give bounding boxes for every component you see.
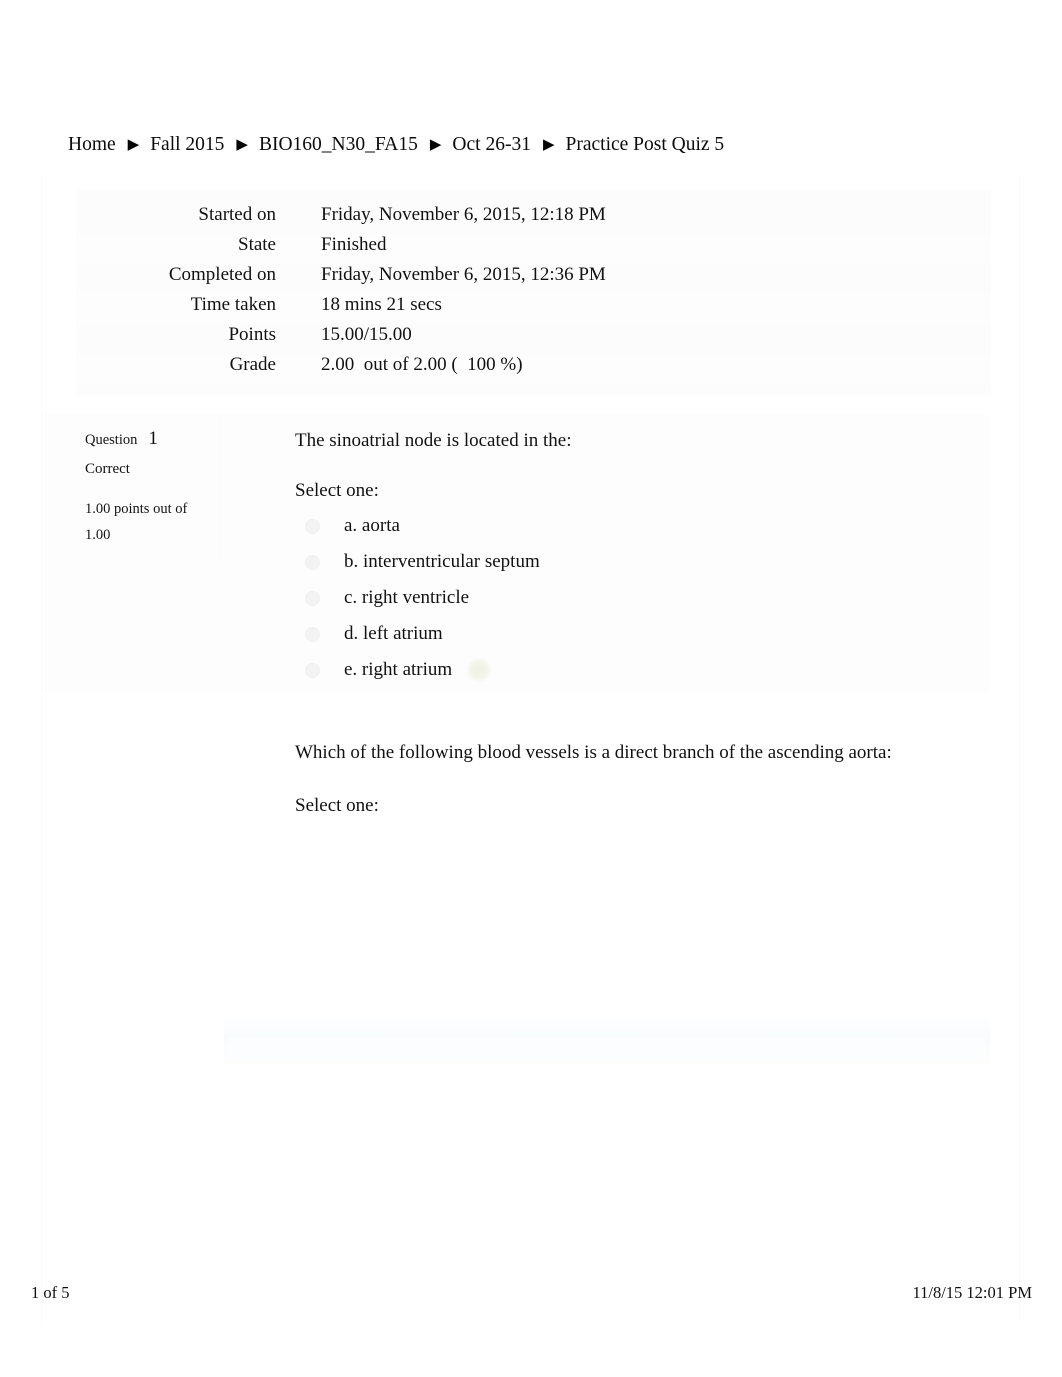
question-points: 1.00 points out of 1.00 [85,501,188,543]
answer-option-c[interactable]: c. right ventricle [295,580,990,616]
summary-label-state: State [238,234,276,255]
select-one-label-2: Select one: [295,795,379,816]
summary-value-time-taken: 18 mins 21 secs [321,294,442,315]
summary-value-grade: 2.00 out of 2.00 ( 100 %) [321,354,523,375]
breadcrumb-item-home[interactable]: Home [68,131,116,159]
summary-row: Completed on Friday, November 6, 2015, 1… [76,264,991,294]
radio-button-d[interactable] [305,626,320,642]
breadcrumb: Home ▶ Fall 2015 ▶ BIO160_N30_FA15 ▶ Oct… [68,131,724,159]
summary-label-grade: Grade [229,354,276,375]
breadcrumb-item-course[interactable]: BIO160_N30_FA15 [259,131,418,159]
summary-label-completed-on: Completed on [168,264,276,285]
summary-row: Points 15.00/15.00 [76,324,991,354]
breadcrumb-item-fall-2015[interactable]: Fall 2015 [150,131,224,159]
footer-page-number: 1 of 5 [31,1283,70,1302]
page-footer: 1 of 5 11/8/15 12:01 PM [0,1283,1062,1307]
correct-check-icon [466,657,493,683]
radio-button-a[interactable] [305,518,320,534]
question-number: 1 [148,428,158,449]
answer-option-a[interactable]: a. aorta [295,508,990,544]
summary-value-started-on: Friday, November 6, 2015, 12:18 PM [321,204,606,225]
summary-label-started-on: Started on [198,204,276,225]
summary-row: State Finished [76,234,991,264]
answer-option-e[interactable]: e. right atrium [295,652,990,688]
radio-button-c[interactable] [305,590,320,606]
question-text: The sinoatrial node is located in the: [295,430,572,451]
answer-label-d: d. left atrium [344,623,443,644]
question-number-line: Question 1 [72,428,211,450]
question-word-label: Question [85,432,138,448]
summary-label-time-taken: Time taken [190,294,276,315]
answer-options-list: a. aorta b. interventricular septum c. r… [295,508,990,688]
question-content-2: Which of the following blood vessels is … [251,740,892,817]
summary-row: Time taken 18 mins 21 secs [76,294,991,324]
triangle-right-icon: ▶ [236,137,248,153]
answer-label-a: a. aorta [344,515,400,536]
question-state-badge: Correct [85,461,130,477]
answer-label-e: e. right atrium [344,659,453,680]
summary-label-points: Points [228,324,276,345]
summary-value-state: Finished [321,234,387,255]
triangle-right-icon: ▶ [127,137,140,153]
summary-value-points: 15.00/15.00 [321,324,412,345]
select-one-label: Select one: [295,480,379,501]
question-block-2: Which of the following blood vessels is … [44,740,990,850]
triangle-right-icon: ▶ [542,137,555,153]
radio-button-e[interactable] [305,662,320,678]
question-info-sidebar: Question 1 Correct 1.00 points out of 1.… [72,414,220,560]
triangle-right-icon: ▶ [429,137,442,153]
footer-print-timestamp: 11/8/15 12:01 PM [912,1283,1033,1302]
breadcrumb-item-quiz[interactable]: Practice Post Quiz 5 [566,131,725,159]
lower-content-band-inner [228,1037,986,1059]
question-content: The sinoatrial node is located in the: S… [251,414,990,692]
summary-row: Grade 2.00 out of 2.00 ( 100 %) [76,354,991,384]
answer-label-b: b. interventricular septum [344,551,540,572]
summary-row: Started on Friday, November 6, 2015, 12:… [76,204,991,234]
summary-value-completed-on: Friday, November 6, 2015, 12:36 PM [321,264,606,285]
question-text-2: Which of the following blood vessels is … [295,742,892,763]
question-block-1: Question 1 Correct 1.00 points out of 1.… [44,414,990,692]
radio-button-b[interactable] [305,554,320,570]
quiz-attempt-summary: Started on Friday, November 6, 2015, 12:… [76,190,991,396]
answer-label-c: c. right ventricle [344,587,470,608]
breadcrumb-item-week[interactable]: Oct 26-31 [452,131,531,159]
answer-option-b[interactable]: b. interventricular septum [295,544,990,580]
answer-option-d[interactable]: d. left atrium [295,616,990,652]
